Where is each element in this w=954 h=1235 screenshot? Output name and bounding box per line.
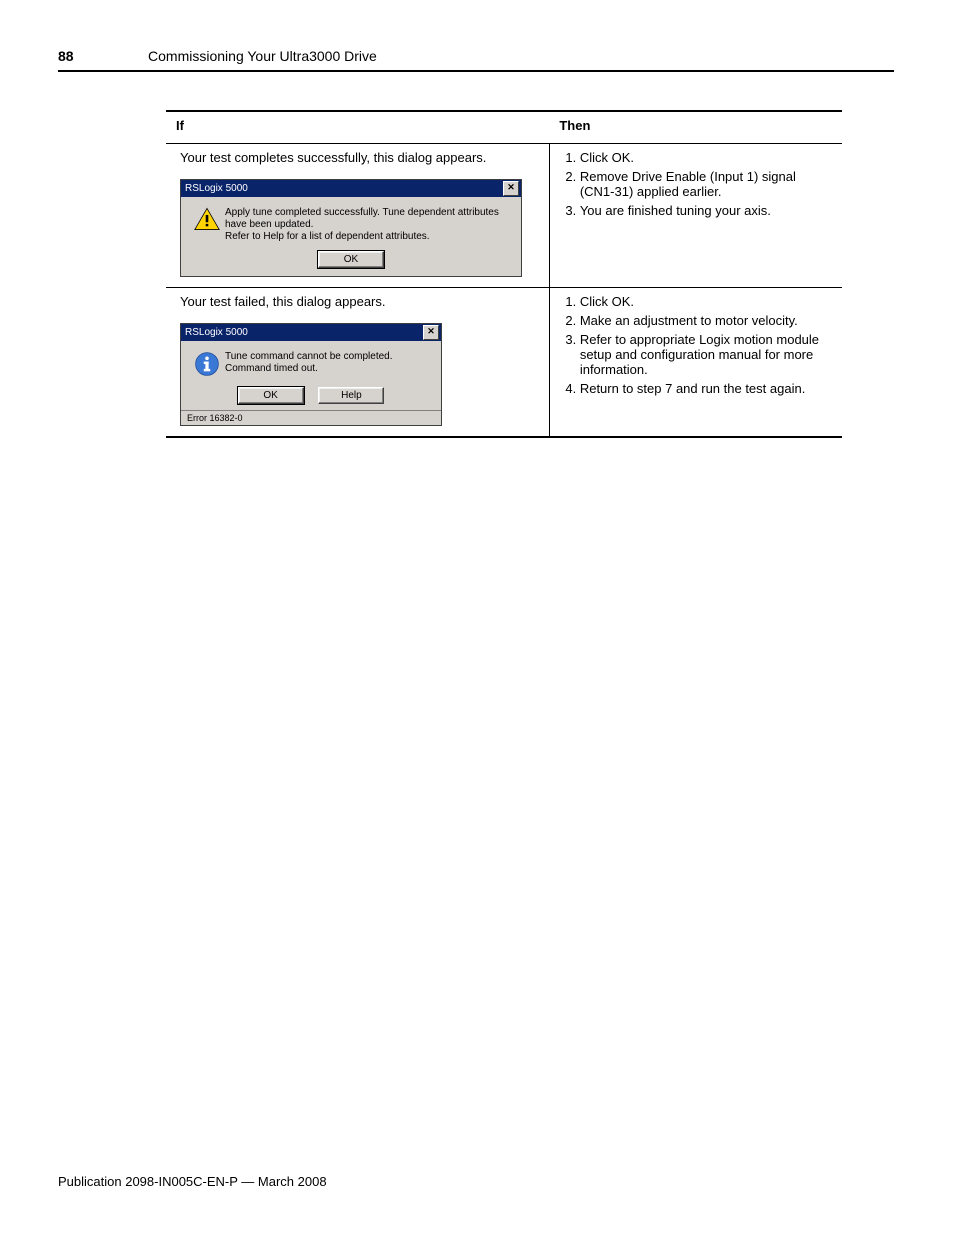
dialog-success: RSLogix 5000 ✕ Apply xyxy=(180,179,522,277)
dialog-button-row: OK xyxy=(181,247,521,276)
close-icon[interactable]: ✕ xyxy=(423,325,439,340)
help-button[interactable]: Help xyxy=(318,387,384,404)
dialog-message: Apply tune completed successfully. Tune … xyxy=(225,207,513,243)
list-item: Refer to appropriate Logix motion module… xyxy=(580,332,832,377)
table-row: Your test completes successfully, this d… xyxy=(166,144,842,288)
table-row: Your test failed, this dialog appears. R… xyxy=(166,288,842,438)
if-cell: Your test completes successfully, this d… xyxy=(166,144,549,288)
list-item: You are finished tuning your axis. xyxy=(580,203,832,218)
info-icon xyxy=(189,351,225,377)
ok-button[interactable]: OK xyxy=(318,251,384,268)
dialog-button-row: OK Help xyxy=(181,381,441,410)
then-cell: Click OK. Make an adjustment to motor ve… xyxy=(549,288,842,438)
if-intro-text: Your test completes successfully, this d… xyxy=(180,150,539,165)
if-then-table: If Then Your test completes successfully… xyxy=(166,110,842,438)
then-cell: Click OK. Remove Drive Enable (Input 1) … xyxy=(549,144,842,288)
dialog-message-line: Command timed out. xyxy=(225,363,318,374)
if-intro-text: Your test failed, this dialog appears. xyxy=(180,294,539,309)
close-icon[interactable]: ✕ xyxy=(503,181,519,196)
chapter-title: Commissioning Your Ultra3000 Drive xyxy=(148,48,377,64)
list-item: Click OK. xyxy=(580,150,832,165)
dialog-body: Apply tune completed successfully. Tune … xyxy=(181,197,521,247)
then-steps-list: Click OK. Remove Drive Enable (Input 1) … xyxy=(564,150,832,218)
table-header-row: If Then xyxy=(166,111,842,144)
dialog-titlebar: RSLogix 5000 ✕ xyxy=(181,324,441,341)
page-header: 88 Commissioning Your Ultra3000 Drive xyxy=(58,48,894,72)
column-header-then: Then xyxy=(549,111,842,144)
dialog-title: RSLogix 5000 xyxy=(185,327,248,338)
list-item: Remove Drive Enable (Input 1) signal (CN… xyxy=(580,169,832,199)
column-header-if: If xyxy=(166,111,549,144)
then-steps-list: Click OK. Make an adjustment to motor ve… xyxy=(564,294,832,396)
page-number: 88 xyxy=(58,48,74,64)
dialog-title: RSLogix 5000 xyxy=(185,183,248,194)
dialog-statusbar: Error 16382-0 xyxy=(181,410,441,425)
dialog-message-line: Refer to Help for a list of dependent at… xyxy=(225,231,430,242)
list-item: Return to step 7 and run the test again. xyxy=(580,381,832,396)
ok-button[interactable]: OK xyxy=(238,387,304,404)
dialog-message-line: Tune command cannot be completed. xyxy=(225,351,393,362)
dialog-titlebar: RSLogix 5000 ✕ xyxy=(181,180,521,197)
list-item: Click OK. xyxy=(580,294,832,309)
dialog-message: Tune command cannot be completed. Comman… xyxy=(225,351,433,377)
dialog-fail: RSLogix 5000 ✕ xyxy=(180,323,442,426)
warning-icon xyxy=(189,207,225,243)
dialog-message-line: Apply tune completed successfully. Tune … xyxy=(225,207,499,230)
dialog-body: Tune command cannot be completed. Comman… xyxy=(181,341,441,381)
if-cell: Your test failed, this dialog appears. R… xyxy=(166,288,549,438)
publication-footer: Publication 2098-IN005C-EN-P — March 200… xyxy=(58,1174,327,1189)
list-item: Make an adjustment to motor velocity. xyxy=(580,313,832,328)
